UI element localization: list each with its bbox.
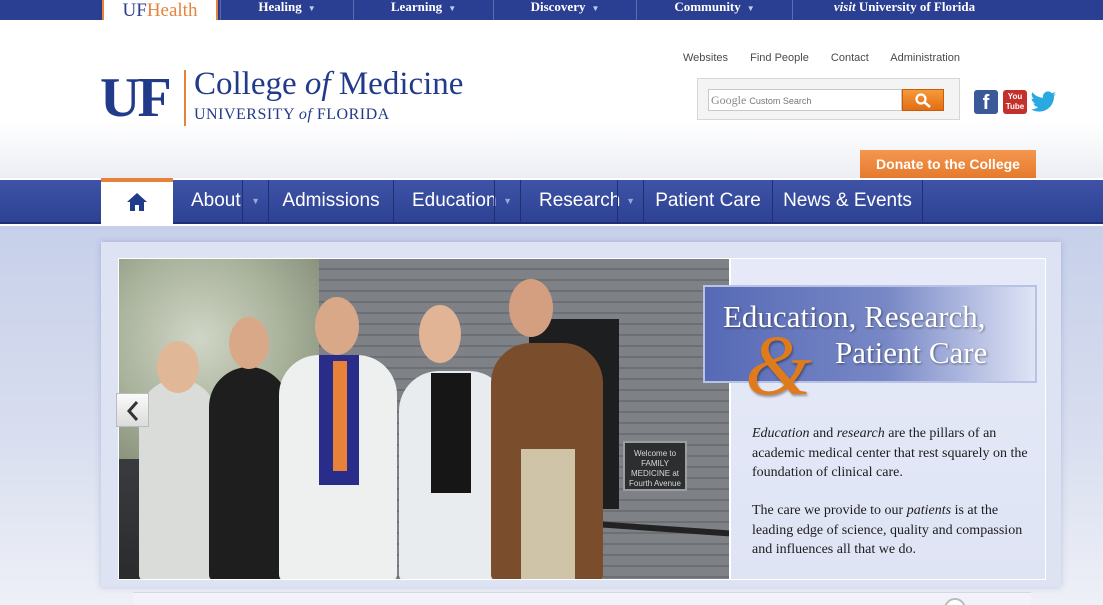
search-icon [915,93,931,108]
chevron-left-icon [126,401,139,421]
chevron-down-icon: ▼ [626,196,635,206]
nav-item-patient-care[interactable]: Patient Care [644,180,773,222]
chevron-down-icon: ▼ [251,196,260,206]
search-box: Google Custom Search [697,78,960,120]
utility-links: Websites Find People Contact Administrat… [683,52,979,64]
link-administration[interactable]: Administration [890,52,960,64]
logo-divider [184,70,186,126]
twitter-icon[interactable] [1031,90,1057,114]
link-contact[interactable]: Contact [831,52,869,64]
chevron-down-icon: ▼ [746,4,755,13]
nav-item-research[interactable]: Research ▼ [521,180,644,222]
chevron-down-icon: ▼ [503,196,512,206]
home-icon [127,193,147,211]
search-input[interactable]: Google Custom Search [708,89,902,111]
link-find-people[interactable]: Find People [750,52,809,64]
nav-item-admissions[interactable]: Admissions [269,180,394,222]
site-title[interactable]: College of Medicine [194,66,463,103]
topbar-item-discovery[interactable]: Discovery ▼ [493,0,636,20]
link-websites[interactable]: Websites [683,52,728,64]
person-figure [139,379,217,579]
facebook-icon[interactable]: f [974,90,998,114]
nav-item-education[interactable]: Education ▼ [394,180,521,222]
google-logo: Google [711,93,747,107]
hero-paragraph-2: The care we provide to our patients is a… [752,503,1023,557]
donate-button[interactable]: Donate to the College [860,150,1036,178]
chevron-down-icon: ▼ [448,4,457,13]
nav-item-about[interactable]: About ▼ [173,180,269,222]
site-subtitle: UNIVERSITY of FLORIDA [194,106,390,123]
nav-item-news-events[interactable]: News & Events [773,180,923,222]
search-button[interactable] [902,89,944,111]
ampersand-graphic: & [745,317,812,413]
below-fold-strip [133,592,1031,605]
hero-photo: Welcome to FAMILY MEDICINE at Fourth Ave… [118,258,730,580]
chevron-down-icon: ▼ [591,4,600,13]
person-figure [209,367,289,579]
chevron-down-icon: ▼ [307,4,316,13]
topbar-item-community[interactable]: Community ▼ [636,0,792,20]
uf-logo-mark[interactable]: UF [100,70,172,126]
topbar-visit-uf-link[interactable]: visit University of Florida [792,0,1016,20]
hero-paragraph-1: Education and research are the pillars o… [752,426,1028,480]
carousel-prev-button[interactable] [116,393,149,427]
family-medicine-sign: Welcome to FAMILY MEDICINE at Fourth Ave… [623,441,687,491]
topbar-item-learning[interactable]: Learning ▼ [353,0,493,20]
main-nav: About ▼ Admissions Education ▼ Research ▼ P… [0,178,1103,224]
topbar-item-healing[interactable]: Healing ▼ [220,0,353,20]
nav-home[interactable] [101,178,173,224]
youtube-icon[interactable]: You Tube [1003,90,1027,114]
